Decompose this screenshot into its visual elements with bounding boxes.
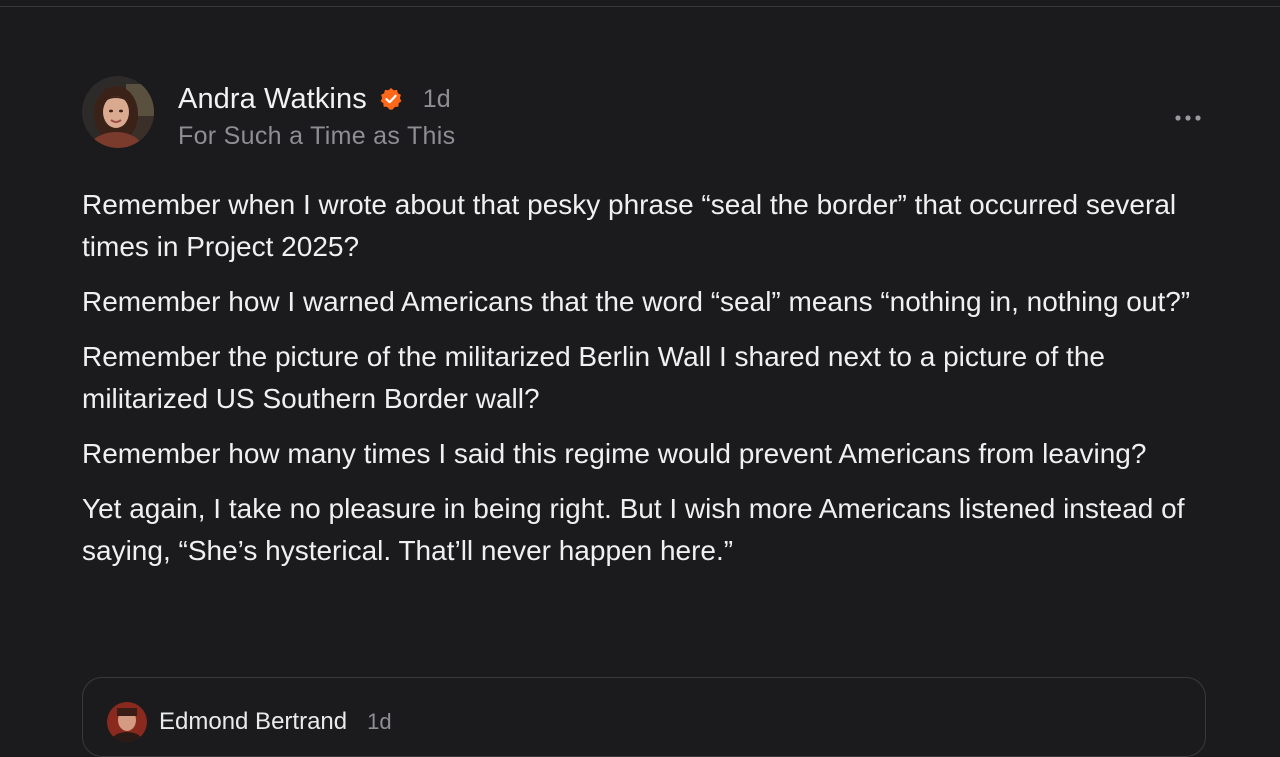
- post-timestamp: 1d: [422, 84, 451, 113]
- quoted-header: Edmond Bertrand 1d: [107, 702, 392, 742]
- author-block: Andra Watkins 1d For Such a Time as This: [178, 82, 455, 151]
- verified-badge-icon: [379, 87, 403, 111]
- author-row: Andra Watkins 1d: [178, 82, 455, 116]
- top-divider: [0, 0, 1280, 7]
- note-post: Andra Watkins 1d For Such a Time as This…: [82, 76, 1208, 585]
- post-header: Andra Watkins 1d For Such a Time as This: [82, 76, 1208, 152]
- more-options-button[interactable]: [1168, 106, 1208, 130]
- author-avatar[interactable]: [82, 76, 154, 148]
- post-paragraph: Remember when I wrote about that pesky p…: [82, 189, 1177, 262]
- quoted-author-name[interactable]: Edmond Bertrand: [159, 708, 347, 736]
- quoted-timestamp: 1d: [367, 709, 392, 734]
- post-body: Remember when I wrote about that pesky p…: [82, 184, 1208, 572]
- post-paragraph: Remember how many times I said this regi…: [82, 438, 1147, 469]
- post-paragraph: Remember how I warned Americans that the…: [82, 286, 1191, 317]
- author-name[interactable]: Andra Watkins: [178, 83, 367, 116]
- publication-name[interactable]: For Such a Time as This: [178, 122, 455, 151]
- quoted-note-card[interactable]: Edmond Bertrand 1d: [82, 677, 1206, 757]
- post-paragraph: Remember the picture of the militarized …: [82, 341, 1105, 414]
- post-paragraph: Yet again, I take no pleasure in being r…: [82, 493, 1185, 566]
- quoted-author-avatar[interactable]: [107, 702, 147, 742]
- more-options-icon: [1175, 115, 1201, 121]
